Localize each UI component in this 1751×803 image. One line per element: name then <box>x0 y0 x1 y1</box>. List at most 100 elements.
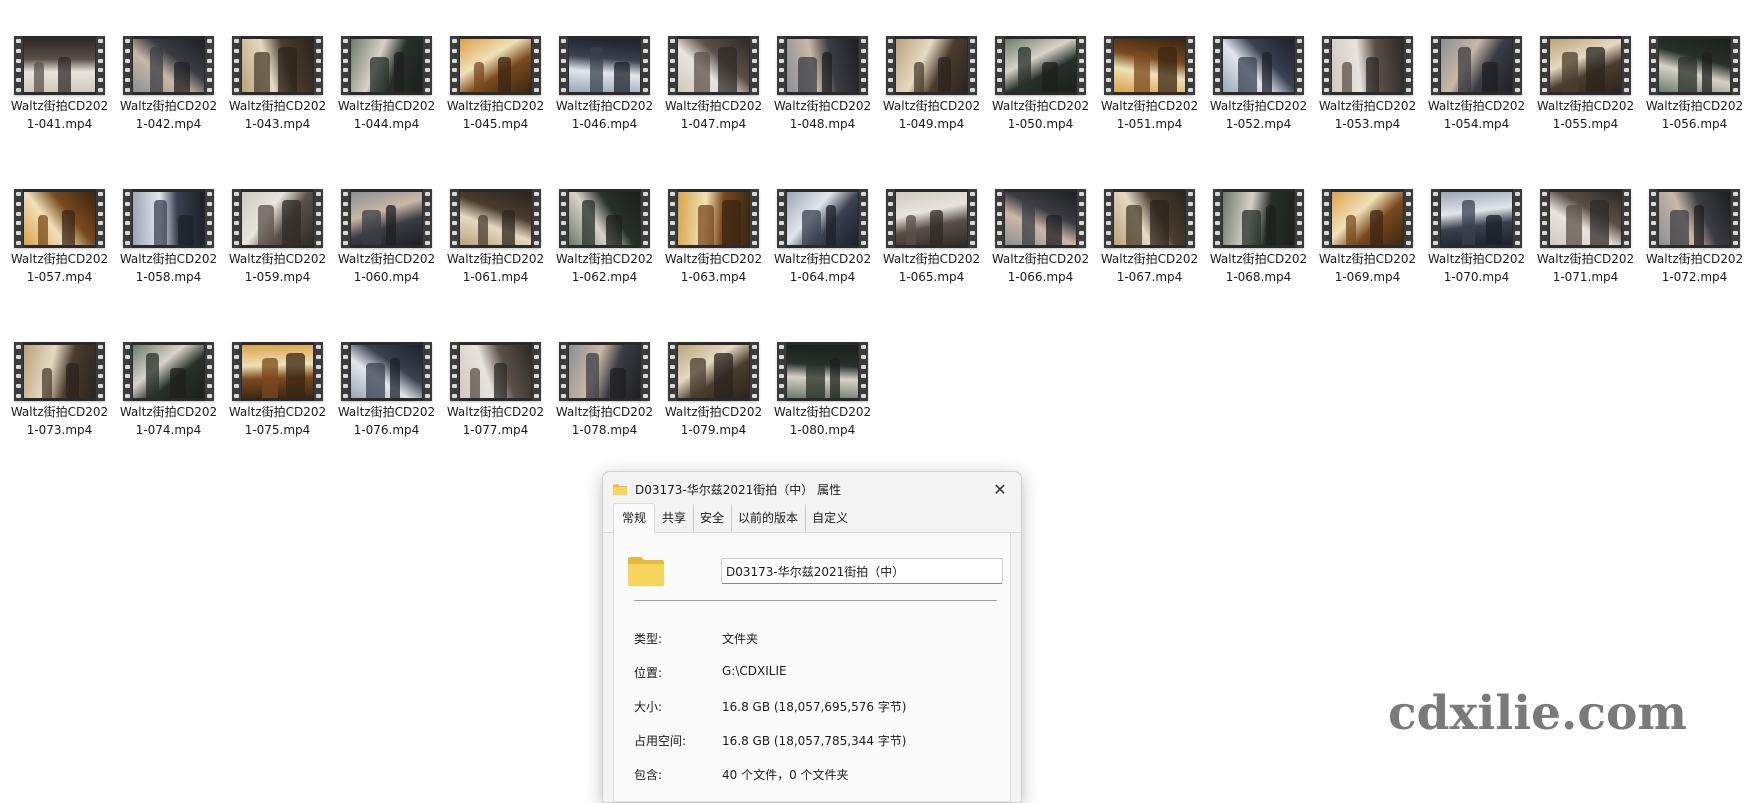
prop-contains-value: 40 个文件，0 个文件夹 <box>722 768 849 782</box>
file-name: Waltz街拍CD2021-068.mp4 <box>1209 252 1308 284</box>
prop-type-value: 文件夹 <box>722 632 759 646</box>
file-item[interactable]: Waltz街拍CD2021-041.mp4 <box>5 36 114 176</box>
file-item[interactable]: Waltz街拍CD2021-048.mp4 <box>768 36 877 176</box>
file-item[interactable]: Waltz街拍CD2021-058.mp4 <box>114 189 223 329</box>
file-item[interactable]: Waltz街拍CD2021-074.mp4 <box>114 342 223 482</box>
file-name: Waltz街拍CD2021-072.mp4 <box>1645 252 1744 284</box>
video-file-icon <box>232 189 323 248</box>
file-name: Waltz街拍CD2021-070.mp4 <box>1427 252 1526 284</box>
video-file-icon <box>886 189 977 248</box>
file-item[interactable]: Waltz街拍CD2021-062.mp4 <box>550 189 659 329</box>
video-file-icon <box>341 342 432 401</box>
file-name: Waltz街拍CD2021-051.mp4 <box>1100 99 1199 131</box>
tab-general[interactable]: 常规 <box>613 503 656 533</box>
video-file-icon <box>1540 189 1631 248</box>
file-item[interactable]: Waltz街拍CD2021-065.mp4 <box>877 189 986 329</box>
file-item[interactable]: Waltz街拍CD2021-073.mp4 <box>5 342 114 482</box>
file-grid: Waltz街拍CD2021-041.mp4 Waltz街拍CD2021-042.m… <box>0 0 1751 470</box>
file-item[interactable]: Waltz街拍CD2021-046.mp4 <box>550 36 659 176</box>
file-name: Waltz街拍CD2021-045.mp4 <box>446 99 545 131</box>
folder-name-input[interactable] <box>721 558 1003 584</box>
video-file-icon <box>995 36 1086 95</box>
file-item[interactable]: Waltz街拍CD2021-047.mp4 <box>659 36 768 176</box>
video-file-icon <box>886 36 977 95</box>
tab-customize[interactable]: 自定义 <box>805 504 855 532</box>
tab-previous-versions[interactable]: 以前的版本 <box>731 504 805 532</box>
file-name: Waltz街拍CD2021-080.mp4 <box>773 405 872 437</box>
file-item[interactable]: Waltz街拍CD2021-059.mp4 <box>223 189 332 329</box>
video-file-icon <box>1104 36 1195 95</box>
file-item[interactable]: Waltz街拍CD2021-066.mp4 <box>986 189 1095 329</box>
file-item[interactable]: Waltz街拍CD2021-070.mp4 <box>1422 189 1531 329</box>
file-item[interactable]: Waltz街拍CD2021-063.mp4 <box>659 189 768 329</box>
video-file-icon <box>450 189 541 248</box>
file-item[interactable]: Waltz街拍CD2021-078.mp4 <box>550 342 659 482</box>
video-file-icon <box>1322 189 1413 248</box>
file-name: Waltz街拍CD2021-062.mp4 <box>555 252 654 284</box>
file-item[interactable]: Waltz街拍CD2021-076.mp4 <box>332 342 441 482</box>
file-item[interactable]: Waltz街拍CD2021-079.mp4 <box>659 342 768 482</box>
file-item[interactable]: Waltz街拍CD2021-050.mp4 <box>986 36 1095 176</box>
file-item[interactable]: Waltz街拍CD2021-068.mp4 <box>1204 189 1313 329</box>
general-panel: 类型: 文件夹 位置: G:\CDXILIE 大小: 16.8 GB (18,0… <box>613 533 1011 802</box>
file-item[interactable]: Waltz街拍CD2021-044.mp4 <box>332 36 441 176</box>
video-file-icon <box>123 36 214 95</box>
tab-sharing[interactable]: 共享 <box>655 504 693 532</box>
video-file-icon <box>450 342 541 401</box>
file-item[interactable]: Waltz街拍CD2021-060.mp4 <box>332 189 441 329</box>
file-item[interactable]: Waltz街拍CD2021-043.mp4 <box>223 36 332 176</box>
video-file-icon <box>668 36 759 95</box>
file-item[interactable]: Waltz街拍CD2021-067.mp4 <box>1095 189 1204 329</box>
dialog-titlebar[interactable]: D03173-华尔兹2021街拍（中） 属性 ✕ <box>603 472 1021 506</box>
file-item[interactable]: Waltz街拍CD2021-061.mp4 <box>441 189 550 329</box>
file-item[interactable]: Waltz街拍CD2021-045.mp4 <box>441 36 550 176</box>
file-item[interactable]: Waltz街拍CD2021-072.mp4 <box>1640 189 1749 329</box>
file-name: Waltz街拍CD2021-042.mp4 <box>119 99 218 131</box>
file-item[interactable]: Waltz街拍CD2021-056.mp4 <box>1640 36 1749 176</box>
file-name: Waltz街拍CD2021-057.mp4 <box>10 252 109 284</box>
video-file-icon <box>1213 189 1304 248</box>
video-file-icon <box>559 36 650 95</box>
file-item[interactable]: Waltz街拍CD2021-049.mp4 <box>877 36 986 176</box>
file-item[interactable]: Waltz街拍CD2021-057.mp4 <box>5 189 114 329</box>
file-name: Waltz街拍CD2021-069.mp4 <box>1318 252 1417 284</box>
video-file-icon <box>777 342 868 401</box>
video-file-icon <box>559 189 650 248</box>
file-item[interactable]: Waltz街拍CD2021-080.mp4 <box>768 342 877 482</box>
prop-size-on-disk-value: 16.8 GB (18,057,785,344 字节) <box>722 734 907 748</box>
file-name: Waltz街拍CD2021-076.mp4 <box>337 405 436 437</box>
file-item[interactable]: Waltz街拍CD2021-042.mp4 <box>114 36 223 176</box>
video-file-icon <box>1431 189 1522 248</box>
video-file-icon <box>232 342 323 401</box>
file-item[interactable]: Waltz街拍CD2021-055.mp4 <box>1531 36 1640 176</box>
divider <box>634 600 997 601</box>
file-item[interactable]: Waltz街拍CD2021-071.mp4 <box>1531 189 1640 329</box>
file-item[interactable]: Waltz街拍CD2021-075.mp4 <box>223 342 332 482</box>
file-item[interactable]: Waltz街拍CD2021-053.mp4 <box>1313 36 1422 176</box>
folder-icon <box>613 484 627 495</box>
file-item[interactable]: Waltz街拍CD2021-077.mp4 <box>441 342 550 482</box>
prop-size-label: 大小: <box>634 700 663 714</box>
file-item[interactable]: Waltz街拍CD2021-052.mp4 <box>1204 36 1313 176</box>
properties-dialog: D03173-华尔兹2021街拍（中） 属性 ✕ 常规 共享 安全 以前的版本 … <box>602 471 1022 803</box>
file-name: Waltz街拍CD2021-041.mp4 <box>10 99 109 131</box>
file-name: Waltz街拍CD2021-053.mp4 <box>1318 99 1417 131</box>
file-name: Waltz街拍CD2021-067.mp4 <box>1100 252 1199 284</box>
prop-size-on-disk-label: 占用空间: <box>634 734 687 748</box>
file-name: Waltz街拍CD2021-052.mp4 <box>1209 99 1308 131</box>
close-icon: ✕ <box>993 479 1007 499</box>
tab-security[interactable]: 安全 <box>693 504 731 532</box>
file-name: Waltz街拍CD2021-074.mp4 <box>119 405 218 437</box>
file-name: Waltz街拍CD2021-049.mp4 <box>882 99 981 131</box>
file-item[interactable]: Waltz街拍CD2021-054.mp4 <box>1422 36 1531 176</box>
file-item[interactable]: Waltz街拍CD2021-064.mp4 <box>768 189 877 329</box>
close-button[interactable]: ✕ <box>985 475 1015 503</box>
file-name: Waltz街拍CD2021-047.mp4 <box>664 99 763 131</box>
file-name: Waltz街拍CD2021-065.mp4 <box>882 252 981 284</box>
prop-contains-label: 包含: <box>634 768 663 782</box>
file-name: Waltz街拍CD2021-073.mp4 <box>10 405 109 437</box>
video-file-icon <box>1649 189 1740 248</box>
file-item[interactable]: Waltz街拍CD2021-069.mp4 <box>1313 189 1422 329</box>
file-item[interactable]: Waltz街拍CD2021-051.mp4 <box>1095 36 1204 176</box>
file-name: Waltz街拍CD2021-079.mp4 <box>664 405 763 437</box>
